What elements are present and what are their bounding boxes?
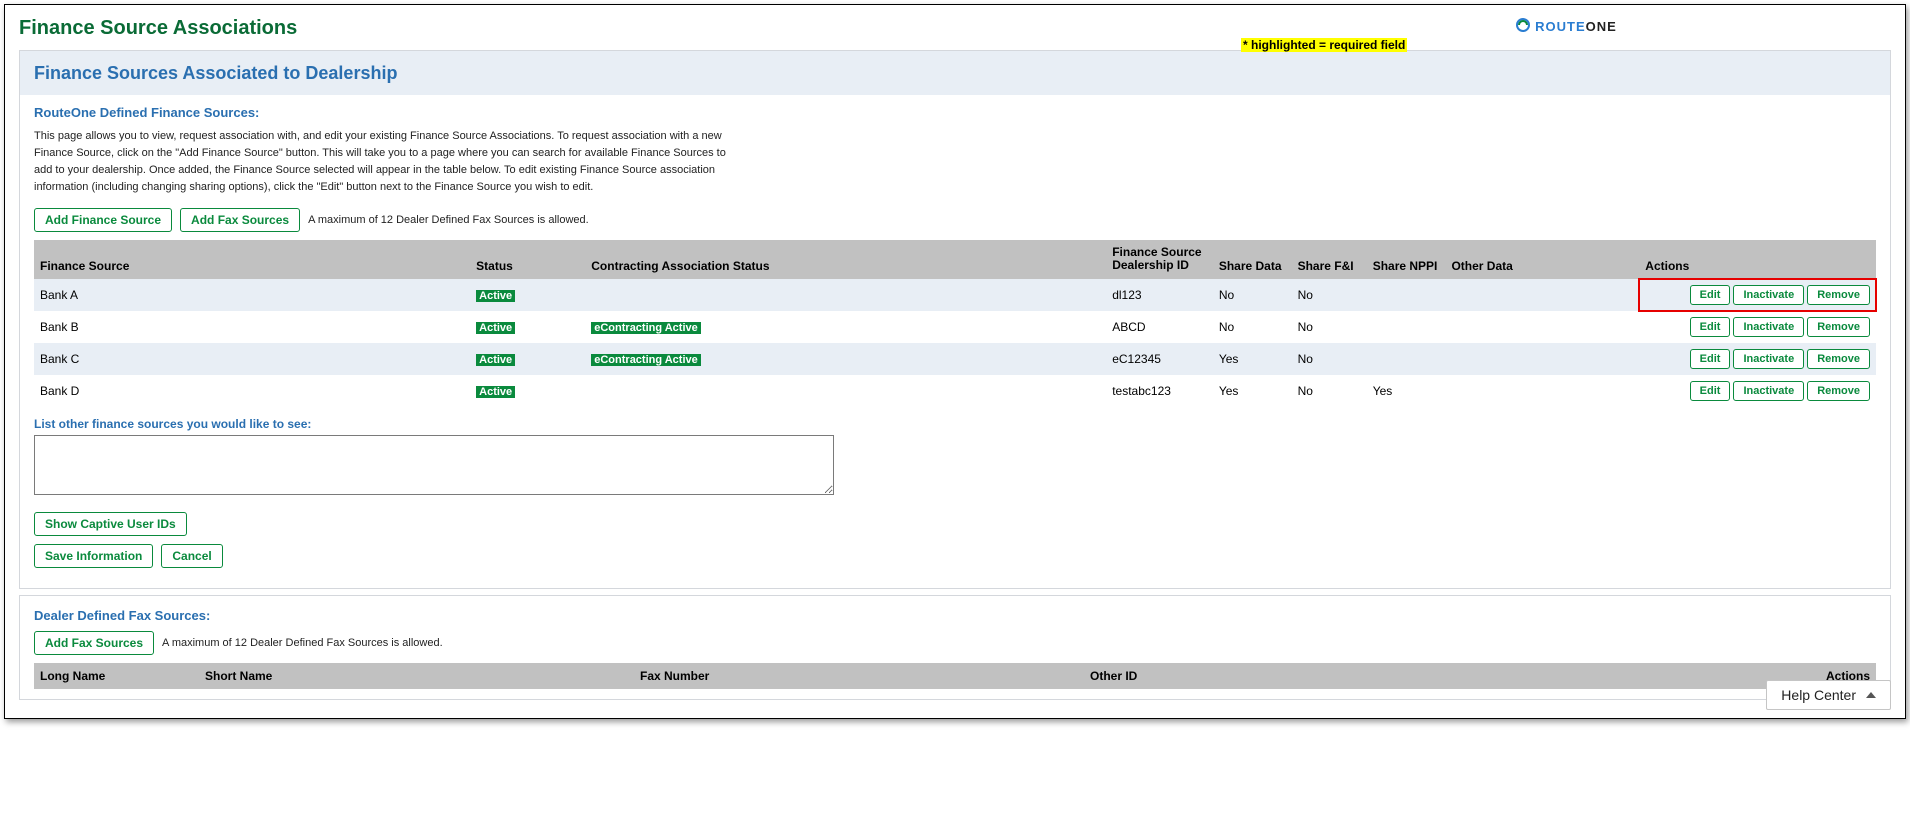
cell-status: Active <box>470 279 585 311</box>
table-row: Bank AActivedl123NoNoEditInactivateRemov… <box>34 279 1876 311</box>
cell-status: Active <box>470 375 585 407</box>
fax-sources-table: Long Name Short Name Fax Number Other ID… <box>34 663 1876 689</box>
status-badge: Active <box>476 290 515 302</box>
cell-od <box>1445 343 1639 375</box>
cell-sd: No <box>1213 279 1292 311</box>
add-finance-source-button[interactable]: Add Finance Source <box>34 208 172 232</box>
show-captive-ids-button[interactable]: Show Captive User IDs <box>34 512 187 536</box>
cell-sf: No <box>1292 343 1367 375</box>
help-center-label: Help Center <box>1781 687 1856 703</box>
cell-cas <box>585 279 1106 311</box>
cell-cas <box>585 375 1106 407</box>
th-share-data: Share Data <box>1213 240 1292 278</box>
cell-actions: EditInactivateRemove <box>1639 343 1876 375</box>
th-fax-number: Fax Number <box>634 663 1084 689</box>
status-badge: Active <box>476 386 515 398</box>
remove-button[interactable]: Remove <box>1807 349 1870 369</box>
table-row: Bank BActiveeContracting ActiveABCDNoNoE… <box>34 311 1876 343</box>
cell-finance-source: Bank A <box>34 279 470 311</box>
remove-button[interactable]: Remove <box>1807 381 1870 401</box>
cell-sd: No <box>1213 311 1292 343</box>
edit-button[interactable]: Edit <box>1690 381 1731 401</box>
help-center-button[interactable]: Help Center <box>1766 680 1891 710</box>
inactivate-button[interactable]: Inactivate <box>1733 349 1804 369</box>
inactivate-button[interactable]: Inactivate <box>1733 285 1804 305</box>
cell-od <box>1445 375 1639 407</box>
cell-sd: Yes <box>1213 343 1292 375</box>
cell-did: testabc123 <box>1106 375 1213 407</box>
th-dealership-id: Finance Source Dealership ID <box>1106 240 1213 278</box>
cell-finance-source: Bank B <box>34 311 470 343</box>
cell-sf: No <box>1292 375 1367 407</box>
other-sources-textarea[interactable] <box>34 435 834 495</box>
cas-badge: eContracting Active <box>591 354 701 366</box>
th-finance-source: Finance Source <box>34 240 470 278</box>
finance-sources-table: Finance Source Status Contracting Associ… <box>34 240 1876 406</box>
chevron-up-icon <box>1866 692 1876 698</box>
edit-button[interactable]: Edit <box>1690 349 1731 369</box>
fax-max-note: A maximum of 12 Dealer Defined Fax Sourc… <box>308 214 589 226</box>
brand-route: ROUTE <box>1535 19 1586 34</box>
help-text: This page allows you to view, request as… <box>34 128 734 196</box>
edit-button[interactable]: Edit <box>1690 317 1731 337</box>
routeone-icon <box>1515 17 1531 36</box>
cell-did: ABCD <box>1106 311 1213 343</box>
cell-finance-source: Bank C <box>34 343 470 375</box>
brand-logo: ROUTEONE <box>1515 17 1617 36</box>
inactivate-button[interactable]: Inactivate <box>1733 317 1804 337</box>
th-long-name: Long Name <box>34 663 199 689</box>
subtitle: RouteOne Defined Finance Sources: <box>34 105 1876 120</box>
table-row: Bank C Active eContracting Active eC12345Ye… <box>34 343 1876 375</box>
panel-title: Finance Sources Associated to Dealership <box>34 63 1876 84</box>
th-other-data: Other Data <box>1445 240 1639 278</box>
cell-sf: No <box>1292 279 1367 311</box>
cell-od <box>1445 311 1639 343</box>
cell-actions: EditInactivateRemove <box>1639 375 1876 407</box>
finance-sources-panel: Finance Sources Associated to Dealership… <box>19 50 1891 589</box>
cancel-button[interactable]: Cancel <box>161 544 222 568</box>
cell-actions: EditInactivateRemove <box>1639 311 1876 343</box>
cell-sn <box>1367 311 1446 343</box>
brand-one: ONE <box>1586 19 1617 34</box>
th-share-fi: Share F&I <box>1292 240 1367 278</box>
add-fax-sources-button-2[interactable]: Add Fax Sources <box>34 631 154 655</box>
cell-status: Active <box>470 311 585 343</box>
remove-button[interactable]: Remove <box>1807 317 1870 337</box>
cell-cas: eContracting Active <box>585 311 1106 343</box>
cell-did: eC12345 <box>1106 343 1213 375</box>
cell-od <box>1445 279 1639 311</box>
cell-actions: EditInactivateRemove <box>1639 279 1876 311</box>
cell-finance-source: Bank D <box>34 375 470 407</box>
cell-did: dl123 <box>1106 279 1213 311</box>
fax-sources-panel: Dealer Defined Fax Sources: Add Fax Sour… <box>19 595 1891 700</box>
cell-sf: No <box>1292 311 1367 343</box>
th-status: Status <box>470 240 585 278</box>
inactivate-button[interactable]: Inactivate <box>1733 381 1804 401</box>
status-badge: Active <box>476 354 515 366</box>
th-cas: Contracting Association Status <box>585 240 1106 278</box>
cell-cas: eContracting Active <box>585 343 1106 375</box>
th-actions: Actions <box>1639 240 1876 278</box>
cas-badge: eContracting Active <box>591 322 701 334</box>
cell-sd: Yes <box>1213 375 1292 407</box>
remove-button[interactable]: Remove <box>1807 285 1870 305</box>
save-information-button[interactable]: Save Information <box>34 544 153 568</box>
cell-sn <box>1367 279 1446 311</box>
status-badge: Active <box>476 322 515 334</box>
required-field-note: * highlighted = required field <box>1241 38 1407 52</box>
fax-panel-title: Dealer Defined Fax Sources: <box>34 608 1876 623</box>
cell-status: Active <box>470 343 585 375</box>
add-fax-sources-button[interactable]: Add Fax Sources <box>180 208 300 232</box>
cell-sn <box>1367 343 1446 375</box>
th-share-nppi: Share NPPI <box>1367 240 1446 278</box>
fax-max-note-2: A maximum of 12 Dealer Defined Fax Sourc… <box>162 637 443 649</box>
th-other-id: Other ID <box>1084 663 1464 689</box>
cell-sn: Yes <box>1367 375 1446 407</box>
other-sources-label: List other finance sources you would lik… <box>34 417 1876 431</box>
table-row: Bank DActivetestabc123YesNoYesEditInacti… <box>34 375 1876 407</box>
th-short-name: Short Name <box>199 663 634 689</box>
header-right: ROUTEONE * highlighted = required field <box>1241 17 1891 52</box>
edit-button[interactable]: Edit <box>1690 285 1731 305</box>
